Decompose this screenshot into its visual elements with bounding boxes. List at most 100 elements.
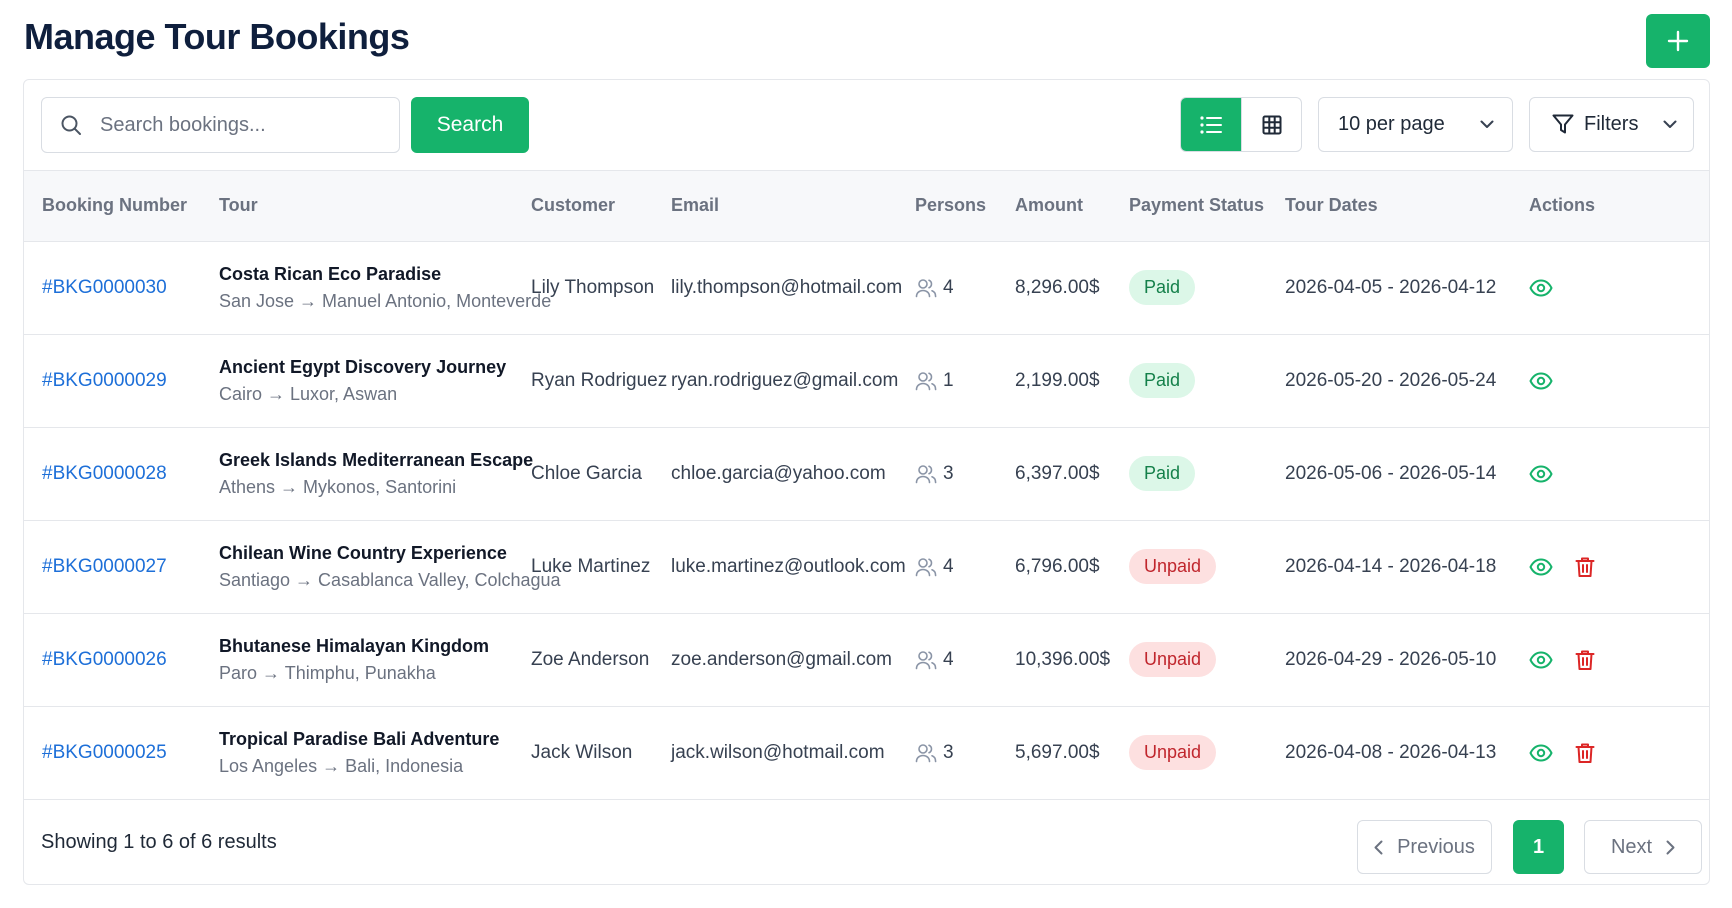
delete-booking-button[interactable] — [1575, 556, 1595, 578]
booking-number-link[interactable]: #BKG0000030 — [42, 277, 167, 298]
email-cell: chloe.garcia@yahoo.com — [671, 462, 886, 484]
tour-dates-cell: 2026-04-29 - 2026-05-10 — [1285, 648, 1497, 670]
customer-cell: Jack Wilson — [531, 741, 633, 763]
actions-cell — [1507, 706, 1709, 799]
view-booking-button[interactable] — [1529, 651, 1553, 669]
actions-cell — [1507, 241, 1709, 334]
view-booking-button[interactable] — [1529, 372, 1553, 390]
customer-cell: Ryan Rodriguez — [531, 369, 668, 391]
booking-number-link[interactable]: #BKG0000025 — [42, 742, 167, 763]
booking-number-cell: #BKG0000025 — [24, 706, 201, 799]
trash-icon — [1575, 557, 1595, 577]
email-cell: zoe.anderson@gmail.com — [671, 648, 893, 670]
search-button[interactable]: Search — [411, 97, 529, 153]
amount-cell: 8,296.00$ — [1015, 276, 1100, 298]
plus-icon — [1667, 30, 1689, 52]
persons-count: 3 — [943, 741, 954, 763]
column-header: Actions — [1529, 195, 1596, 216]
status-badge: Unpaid — [1129, 735, 1217, 770]
table-row: #BKG0000025 Tropical Paradise Bali Advent… — [24, 706, 1709, 799]
delete-booking-button[interactable] — [1575, 649, 1595, 671]
booking-number-cell: #BKG0000026 — [24, 613, 201, 706]
view-booking-button[interactable] — [1529, 465, 1553, 483]
table-row: #BKG0000028 Greek Islands Mediterranean E… — [24, 427, 1709, 520]
users-icon — [915, 464, 937, 483]
column-header: Tour Dates — [1285, 195, 1378, 216]
users-icon — [915, 650, 937, 669]
tour-name: Bhutanese Himalayan Kingdom — [219, 635, 490, 656]
view-booking-button[interactable] — [1529, 558, 1553, 576]
table-footer: Showing 1 to 6 of 6 results Previous 1 N… — [24, 820, 1709, 884]
payment-status-cell: Unpaid — [1111, 520, 1267, 613]
search-box[interactable] — [41, 97, 400, 153]
customer-cell: Luke Martinez — [531, 555, 651, 577]
eye-icon — [1529, 651, 1553, 668]
list-view-button[interactable] — [1181, 98, 1241, 151]
tour-name: Costa Rican Eco Paradise — [219, 263, 442, 284]
email-cell: lily.thompson@hotmail.com — [671, 276, 903, 298]
tour-route: Cairo → Luxor, Aswan — [219, 383, 398, 404]
view-toggle — [1180, 97, 1302, 152]
filters-dropdown[interactable]: Filters — [1529, 97, 1694, 152]
previous-page-button[interactable]: Previous — [1357, 820, 1492, 874]
tour-dates-cell: 2026-05-20 - 2026-05-24 — [1285, 369, 1497, 391]
next-label: Next — [1610, 835, 1653, 858]
table-row: #BKG0000029 Ancient Egypt Discovery Journ… — [24, 334, 1709, 427]
table-row: #BKG0000027 Chilean Wine Country Experien… — [24, 520, 1709, 613]
persons-count: 4 — [943, 648, 954, 670]
trash-icon — [1575, 743, 1595, 763]
booking-number-cell: #BKG0000028 — [24, 427, 201, 520]
bookings-card: Search 10 per page Filters Booking Nu — [23, 79, 1710, 885]
payment-status-cell: Paid — [1111, 427, 1267, 520]
status-badge: Paid — [1129, 456, 1196, 491]
view-booking-button[interactable] — [1529, 744, 1553, 762]
add-booking-button[interactable] — [1646, 14, 1710, 68]
tour-cell: Chilean Wine Country Experience Santiago … — [201, 520, 561, 613]
bookings-table: Booking Number Tour Customer Email Perso… — [24, 171, 1709, 800]
next-page-button[interactable]: Next — [1584, 820, 1702, 874]
payment-status-cell: Unpaid — [1111, 613, 1267, 706]
filters-label: Filters — [1584, 113, 1639, 135]
customer-cell: Zoe Anderson — [531, 648, 650, 670]
booking-number-link[interactable]: #BKG0000028 — [42, 463, 167, 484]
booking-number-link[interactable]: #BKG0000027 — [42, 556, 167, 577]
delete-booking-button[interactable] — [1575, 742, 1595, 764]
customer-cell: Chloe Garcia — [531, 462, 642, 484]
eye-icon — [1529, 744, 1553, 761]
search-icon — [61, 115, 81, 135]
booking-number-link[interactable]: #BKG0000029 — [42, 370, 167, 391]
persons-cell: 4 — [897, 613, 997, 706]
tour-cell: Bhutanese Himalayan Kingdom Paro → Thimph… — [201, 613, 513, 706]
column-header: Amount — [1015, 195, 1083, 216]
per-page-select[interactable]: 10 per page — [1318, 97, 1513, 152]
grid-view-button[interactable] — [1241, 98, 1301, 151]
tour-dates-cell: 2026-05-06 - 2026-05-14 — [1285, 462, 1497, 484]
grid-icon — [1262, 115, 1281, 134]
table-header: Booking Number Tour Customer Email Perso… — [24, 171, 1709, 241]
tour-dates-cell: 2026-04-14 - 2026-04-18 — [1285, 555, 1497, 577]
page-title: Manage Tour Bookings — [24, 16, 410, 57]
page-1-button[interactable]: 1 — [1513, 820, 1564, 874]
view-booking-button[interactable] — [1529, 279, 1553, 297]
amount-cell: 6,397.00$ — [1015, 462, 1100, 484]
users-icon — [915, 743, 937, 762]
eye-icon — [1529, 279, 1553, 296]
status-badge: Unpaid — [1129, 642, 1217, 677]
amount-cell: 5,697.00$ — [1015, 741, 1100, 763]
tour-name: Chilean Wine Country Experience — [219, 542, 507, 563]
persons-cell: 4 — [897, 520, 997, 613]
tour-route: San Jose → Manuel Antonio, Monteverde — [219, 290, 552, 311]
amount-cell: 10,396.00$ — [1015, 648, 1111, 670]
booking-number-cell: #BKG0000030 — [24, 241, 201, 334]
column-header: Booking Number — [42, 195, 188, 216]
per-page-value: 10 per page — [1338, 113, 1445, 135]
tour-name: Tropical Paradise Bali Adventure — [219, 728, 500, 749]
column-header: Email — [671, 195, 720, 216]
amount-cell: 6,796.00$ — [1015, 555, 1100, 577]
table-row: #BKG0000026 Bhutanese Himalayan Kingdom Pa… — [24, 613, 1709, 706]
eye-icon — [1529, 372, 1553, 389]
search-input[interactable] — [100, 113, 380, 137]
booking-number-link[interactable]: #BKG0000026 — [42, 649, 167, 670]
persons-cell: 3 — [897, 427, 997, 520]
persons-cell: 3 — [897, 706, 997, 799]
